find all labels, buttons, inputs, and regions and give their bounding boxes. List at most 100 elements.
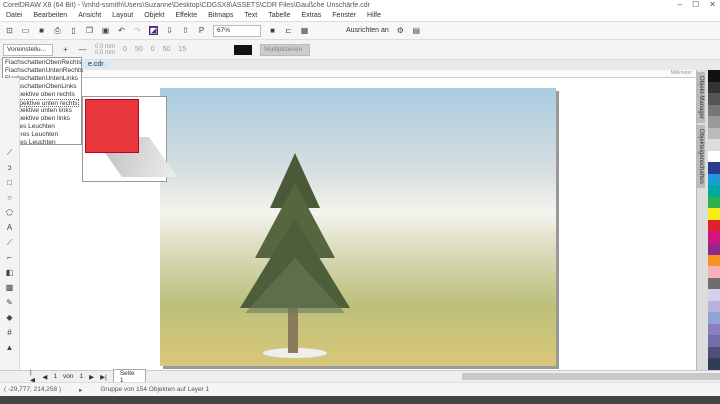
application-launcher-icon[interactable]: ▤ xyxy=(412,26,421,35)
artistic-media-icon[interactable]: ↄ xyxy=(5,163,14,172)
menu-fenster[interactable]: Fenster xyxy=(332,12,356,19)
palette-swatch[interactable] xyxy=(708,127,720,140)
last-page-button[interactable]: ▶| xyxy=(100,373,107,381)
print-icon[interactable]: ⎙ xyxy=(53,26,62,35)
rulers-icon[interactable]: ⊏ xyxy=(284,26,293,35)
offset-y-field[interactable]: 0,0 mm xyxy=(95,50,115,56)
connector-tool-icon[interactable]: ⌐ xyxy=(5,253,14,262)
palette-swatch[interactable] xyxy=(708,242,720,255)
menu-extras[interactable]: Extras xyxy=(301,12,321,19)
palette-swatch[interactable] xyxy=(708,254,720,267)
preset-option[interactable]: FlachschattenUntenRechts xyxy=(5,67,83,75)
menu-text[interactable]: Text xyxy=(244,12,257,19)
palette-swatch[interactable] xyxy=(708,335,720,347)
close-button[interactable]: ✕ xyxy=(709,0,716,9)
import-icon[interactable]: ⇩ xyxy=(165,26,174,35)
blend-mode-select[interactable]: Multiplizieren xyxy=(260,43,311,56)
copy-icon[interactable]: ❐ xyxy=(85,26,94,35)
paste-icon[interactable]: ▣ xyxy=(101,26,110,35)
menu-effekte[interactable]: Effekte xyxy=(175,12,197,19)
eyedropper-icon[interactable]: ✎ xyxy=(5,298,14,307)
palette-swatch[interactable] xyxy=(708,346,720,359)
palette-swatch[interactable] xyxy=(708,173,720,186)
palette-swatch[interactable] xyxy=(708,185,720,197)
corel-connect-icon[interactable]: ◩ xyxy=(149,26,158,35)
pine-tree-group[interactable] xyxy=(160,88,556,366)
text-tool-icon[interactable]: A xyxy=(5,223,14,232)
minimize-button[interactable]: – xyxy=(678,0,682,9)
shadow-angle-field[interactable]: 0 xyxy=(123,46,127,53)
maximize-button[interactable]: ☐ xyxy=(692,0,699,9)
shadow-feather-field[interactable]: 15 xyxy=(178,46,186,53)
palette-swatch[interactable] xyxy=(708,277,720,290)
menu-bitmaps[interactable]: Bitmaps xyxy=(208,12,233,19)
palette-swatch[interactable] xyxy=(708,323,720,336)
line-tool-icon[interactable]: ⟋ xyxy=(5,148,14,157)
palette-swatch[interactable] xyxy=(708,139,720,151)
pdf-icon[interactable]: P xyxy=(197,26,206,35)
transparency-tool-icon[interactable]: ▩ xyxy=(5,283,14,292)
cut-icon[interactable]: ▯ xyxy=(69,26,78,35)
rectangle-tool-icon[interactable]: □ xyxy=(5,178,14,187)
menu-hilfe[interactable]: Hilfe xyxy=(367,12,381,19)
open-folder-icon[interactable]: ▭ xyxy=(21,26,30,35)
palette-swatch[interactable] xyxy=(708,196,720,209)
palette-swatch[interactable] xyxy=(708,289,720,301)
document-page[interactable] xyxy=(160,88,556,366)
smart-fill-icon[interactable]: ▲ xyxy=(5,343,14,352)
redo-icon[interactable]: ↷ xyxy=(133,26,142,35)
horizontal-ruler[interactable]: Millimeter xyxy=(20,70,696,78)
standard-toolbar: ⊡ ▭ ■ ⎙ ▯ ❐ ▣ ↶ ↷ ◩ ⇩ ⇧ P 67% ■ ⊏ ▦ Ausr… xyxy=(0,22,720,40)
grid-icon[interactable]: ▦ xyxy=(300,26,309,35)
menu-ansicht[interactable]: Ansicht xyxy=(78,12,101,19)
export-icon[interactable]: ⇧ xyxy=(181,26,190,35)
parallel-dimension-icon[interactable]: ⟋ xyxy=(5,238,14,247)
palette-swatch[interactable] xyxy=(708,116,720,128)
menu-objekt[interactable]: Objekt xyxy=(144,12,164,19)
shadow-color-swatch[interactable] xyxy=(234,44,253,55)
horizontal-scrollbar[interactable] xyxy=(462,373,720,380)
palette-swatch[interactable] xyxy=(708,358,720,370)
tab-object-properties[interactable]: Objekteigenschaften xyxy=(697,125,705,188)
next-page-button[interactable]: ▶ xyxy=(89,373,94,381)
remove-preset-icon[interactable]: — xyxy=(78,45,87,54)
preset-select[interactable]: Voreinstellu... xyxy=(3,43,53,56)
menu-bearbeiten[interactable]: Bearbeiten xyxy=(33,12,67,19)
expand-arrow-icon[interactable]: ▸ xyxy=(79,386,82,394)
shadow-opacity-field[interactable]: 50 xyxy=(163,46,171,53)
palette-swatch[interactable] xyxy=(708,208,720,220)
full-screen-icon[interactable]: ■ xyxy=(268,26,277,35)
palette-swatch[interactable] xyxy=(708,150,720,163)
ellipse-tool-icon[interactable]: ○ xyxy=(5,193,14,202)
mesh-fill-icon[interactable]: # xyxy=(5,328,14,337)
save-icon[interactable]: ■ xyxy=(37,26,46,35)
shadow-stretch-field[interactable]: 50 xyxy=(135,46,143,53)
menu-datei[interactable]: Datei xyxy=(6,12,22,19)
palette-swatch[interactable] xyxy=(708,312,720,324)
zoom-level-select[interactable]: 67% xyxy=(213,24,261,37)
palette-swatch[interactable] xyxy=(708,93,720,105)
palette-swatch[interactable] xyxy=(708,104,720,117)
palette-swatch[interactable] xyxy=(708,219,720,232)
palette-swatch[interactable] xyxy=(708,81,720,94)
menu-tabelle[interactable]: Tabelle xyxy=(268,12,290,19)
palette-swatch[interactable] xyxy=(708,231,720,243)
add-preset-icon[interactable]: + xyxy=(61,45,70,54)
menu-layout[interactable]: Layout xyxy=(112,12,133,19)
drop-shadow-tool-icon[interactable]: ◧ xyxy=(5,268,14,277)
palette-swatch[interactable] xyxy=(708,70,720,82)
fill-tool-icon[interactable]: ◆ xyxy=(5,313,14,322)
snap-to-dropdown[interactable]: Ausrichten an xyxy=(346,27,389,34)
tab-object-manager[interactable]: Objekt-Manager xyxy=(697,72,705,124)
polygon-tool-icon[interactable]: ⬠ xyxy=(5,208,14,217)
palette-swatch[interactable] xyxy=(708,266,720,278)
palette-swatch[interactable] xyxy=(708,300,720,313)
prev-page-button[interactable]: ◀ xyxy=(42,373,47,381)
undo-icon[interactable]: ↶ xyxy=(117,26,126,35)
document-tab[interactable]: e.cdr xyxy=(82,61,110,68)
preset-option[interactable]: FlachschattenObenRechts xyxy=(5,59,82,67)
shadow-fade-field[interactable]: 0 xyxy=(151,46,155,53)
new-document-icon[interactable]: ⊡ xyxy=(5,26,14,35)
options-gear-icon[interactable]: ⚙ xyxy=(396,26,405,35)
palette-swatch[interactable] xyxy=(708,162,720,174)
